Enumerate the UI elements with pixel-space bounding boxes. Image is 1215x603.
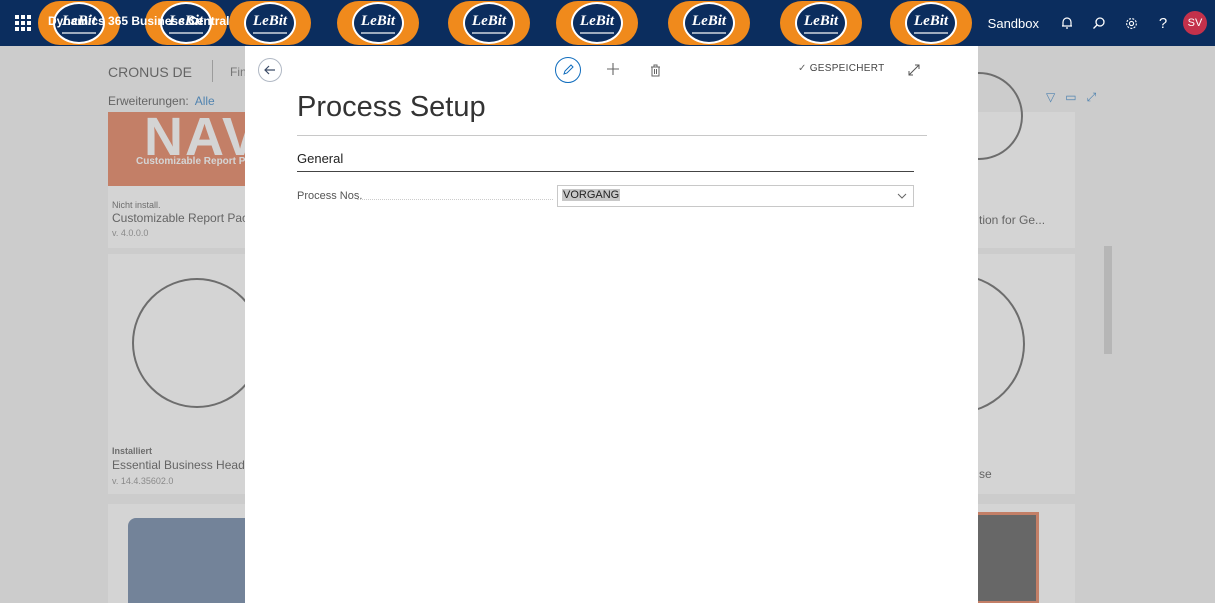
header-actions: Sandbox ? SV bbox=[988, 0, 1215, 46]
lebit-logo: LeBit bbox=[890, 1, 972, 45]
lebit-logo: LeBit bbox=[556, 1, 638, 45]
delete-button[interactable] bbox=[645, 59, 665, 81]
expand-icon bbox=[908, 64, 920, 76]
lebit-logo: LeBit bbox=[668, 1, 750, 45]
gear-icon[interactable] bbox=[1115, 0, 1147, 46]
edit-button[interactable] bbox=[555, 57, 581, 83]
lebit-logo: LeBit bbox=[337, 1, 419, 45]
checkmark-icon: ✓ bbox=[798, 63, 807, 74]
pencil-icon bbox=[563, 64, 574, 75]
section-divider bbox=[297, 171, 914, 172]
process-nos-value: VORGANG bbox=[562, 189, 621, 201]
back-button[interactable] bbox=[258, 58, 282, 82]
chevron-down-icon[interactable] bbox=[897, 188, 907, 207]
lebit-logo: LeBit bbox=[448, 1, 530, 45]
logo-text: LeBit bbox=[360, 12, 396, 29]
avatar[interactable]: SV bbox=[1183, 11, 1207, 35]
logo-text: LeBit bbox=[691, 12, 727, 29]
process-setup-dialog: ✓ GESPEICHERT Process Setup General Proce… bbox=[245, 46, 978, 603]
plus-icon bbox=[607, 63, 619, 75]
logo-text: LeBit bbox=[252, 12, 288, 29]
lebit-logo: LeBit bbox=[780, 1, 862, 45]
save-status-label: GESPEICHERT bbox=[809, 63, 885, 74]
new-button[interactable] bbox=[603, 58, 623, 80]
field-leader-dots bbox=[357, 199, 553, 200]
logo-text: LeBit bbox=[913, 12, 949, 29]
logo-text: LeBit bbox=[579, 12, 615, 29]
help-icon[interactable]: ? bbox=[1147, 0, 1179, 46]
search-icon[interactable] bbox=[1083, 0, 1115, 46]
waffle-icon[interactable] bbox=[12, 12, 34, 34]
page-title: Process Setup bbox=[297, 91, 486, 123]
process-nos-select[interactable]: VORGANG bbox=[557, 185, 914, 207]
expand-button[interactable] bbox=[904, 60, 924, 80]
field-label-process-nos: Process Nos. bbox=[297, 190, 363, 202]
environment-label: Sandbox bbox=[987, 15, 1039, 31]
section-header-general[interactable]: General bbox=[297, 151, 343, 166]
divider bbox=[297, 135, 927, 136]
logo-text: LeBit bbox=[471, 12, 507, 29]
save-status: ✓ GESPEICHERT bbox=[798, 63, 885, 74]
logo-text: LeBit bbox=[803, 12, 839, 29]
bell-icon[interactable] bbox=[1051, 0, 1083, 46]
lebit-logo: LeBit bbox=[229, 1, 311, 45]
arrow-left-icon bbox=[264, 65, 275, 75]
app-name[interactable]: Dynamics 365 Business Central bbox=[48, 14, 229, 28]
app-header: Dynamics 365 Business Central LeBit LeBi… bbox=[0, 0, 1215, 46]
trash-icon bbox=[650, 64, 660, 76]
